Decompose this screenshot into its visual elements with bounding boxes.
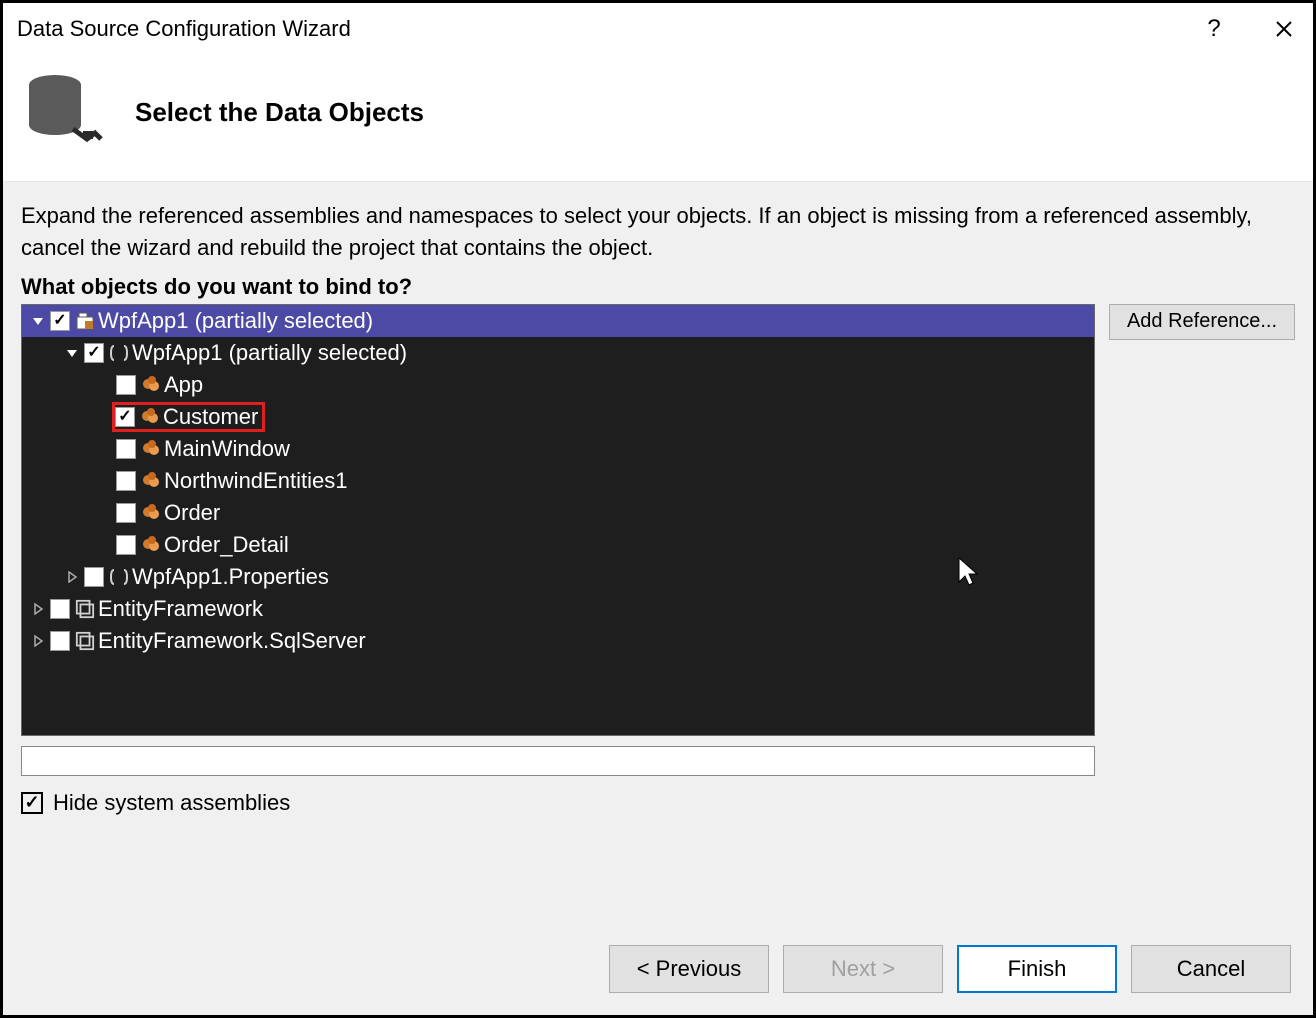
footer: < Previous Next > Finish Cancel (3, 889, 1313, 1015)
class-icon (140, 534, 162, 556)
tree-node-project-wpfapp1[interactable]: WpfApp1 (partially selected) (22, 305, 1094, 337)
tree-column: WpfApp1 (partially selected) WpfApp1 (pa… (21, 304, 1095, 816)
tree-node-class-order[interactable]: Order (22, 497, 1094, 529)
hide-assemblies-row: Hide system assemblies (21, 790, 1095, 816)
tree-label: WpfApp1.Properties (132, 564, 329, 590)
namespace-icon (108, 342, 130, 364)
project-icon (74, 310, 96, 332)
system-buttons: ? (1199, 14, 1299, 44)
expander-closed-icon[interactable] (30, 601, 46, 617)
tree-label: App (164, 372, 203, 398)
close-button[interactable] (1269, 14, 1299, 44)
expander-closed-icon[interactable] (30, 633, 46, 649)
object-tree[interactable]: WpfApp1 (partially selected) WpfApp1 (pa… (21, 304, 1095, 736)
checkbox[interactable] (84, 567, 104, 587)
tree-label: Order (164, 500, 220, 526)
tree-node-class-mainwindow[interactable]: MainWindow (22, 433, 1094, 465)
body: Expand the referenced assemblies and nam… (3, 182, 1313, 889)
question-label: What objects do you want to bind to? (21, 274, 1295, 300)
expander-open-icon[interactable] (30, 313, 46, 329)
annotation-highlight: Customer (112, 402, 265, 432)
tree-label: EntityFramework (98, 596, 263, 622)
banner-heading: Select the Data Objects (135, 97, 424, 128)
expander-closed-icon[interactable] (64, 569, 80, 585)
tree-node-class-northwindentities1[interactable]: NorthwindEntities1 (22, 465, 1094, 497)
tree-node-class-orderdetail[interactable]: Order_Detail (22, 529, 1094, 561)
tree-label: Customer (163, 404, 258, 430)
class-icon (140, 470, 162, 492)
class-icon (140, 374, 162, 396)
side-column: Add Reference... (1109, 304, 1295, 816)
tree-node-namespace-wpfapp1[interactable]: WpfApp1 (partially selected) (22, 337, 1094, 369)
checkbox[interactable] (116, 439, 136, 459)
expander-open-icon[interactable] (64, 345, 80, 361)
add-reference-button[interactable]: Add Reference... (1109, 304, 1295, 340)
checkbox[interactable] (116, 503, 136, 523)
tree-label: Order_Detail (164, 532, 289, 558)
class-icon (140, 502, 162, 524)
window-title: Data Source Configuration Wizard (17, 16, 1199, 42)
checkbox[interactable] (50, 631, 70, 651)
tree-node-namespace-properties[interactable]: WpfApp1.Properties (22, 561, 1094, 593)
tree-node-class-customer[interactable]: Customer (22, 401, 1094, 433)
tree-label: WpfApp1 (partially selected) (98, 308, 373, 334)
middle-row: WpfApp1 (partially selected) WpfApp1 (pa… (21, 304, 1295, 816)
class-icon (139, 406, 161, 428)
hide-assemblies-label: Hide system assemblies (53, 790, 290, 816)
assembly-icon (74, 598, 96, 620)
cancel-button[interactable]: Cancel (1131, 945, 1291, 993)
help-button[interactable]: ? (1199, 14, 1229, 44)
wizard-window: Data Source Configuration Wizard ? Selec… (0, 0, 1316, 1018)
instruction-text: Expand the referenced assemblies and nam… (21, 200, 1295, 264)
tree-label: NorthwindEntities1 (164, 468, 347, 494)
database-icon (25, 71, 107, 153)
checkbox[interactable] (116, 535, 136, 555)
checkbox[interactable] (50, 311, 70, 331)
tree-label: EntityFramework.SqlServer (98, 628, 366, 654)
checkbox[interactable] (116, 471, 136, 491)
selection-status (21, 746, 1095, 776)
hide-assemblies-checkbox[interactable] (21, 792, 43, 814)
checkbox[interactable] (116, 375, 136, 395)
banner: Select the Data Objects (3, 55, 1313, 182)
close-icon (1275, 20, 1293, 38)
assembly-icon (74, 630, 96, 652)
tree-node-assembly-entityframework[interactable]: EntityFramework (22, 593, 1094, 625)
checkbox[interactable] (50, 599, 70, 619)
tree-label: WpfApp1 (partially selected) (132, 340, 407, 366)
checkbox[interactable] (115, 407, 135, 427)
tree-node-assembly-entityframework-sqlserver[interactable]: EntityFramework.SqlServer (22, 625, 1094, 657)
titlebar: Data Source Configuration Wizard ? (3, 3, 1313, 55)
finish-button[interactable]: Finish (957, 945, 1117, 993)
tree-label: MainWindow (164, 436, 290, 462)
checkbox[interactable] (84, 343, 104, 363)
namespace-icon (108, 566, 130, 588)
previous-button[interactable]: < Previous (609, 945, 769, 993)
class-icon (140, 438, 162, 460)
tree-node-class-app[interactable]: App (22, 369, 1094, 401)
next-button: Next > (783, 945, 943, 993)
